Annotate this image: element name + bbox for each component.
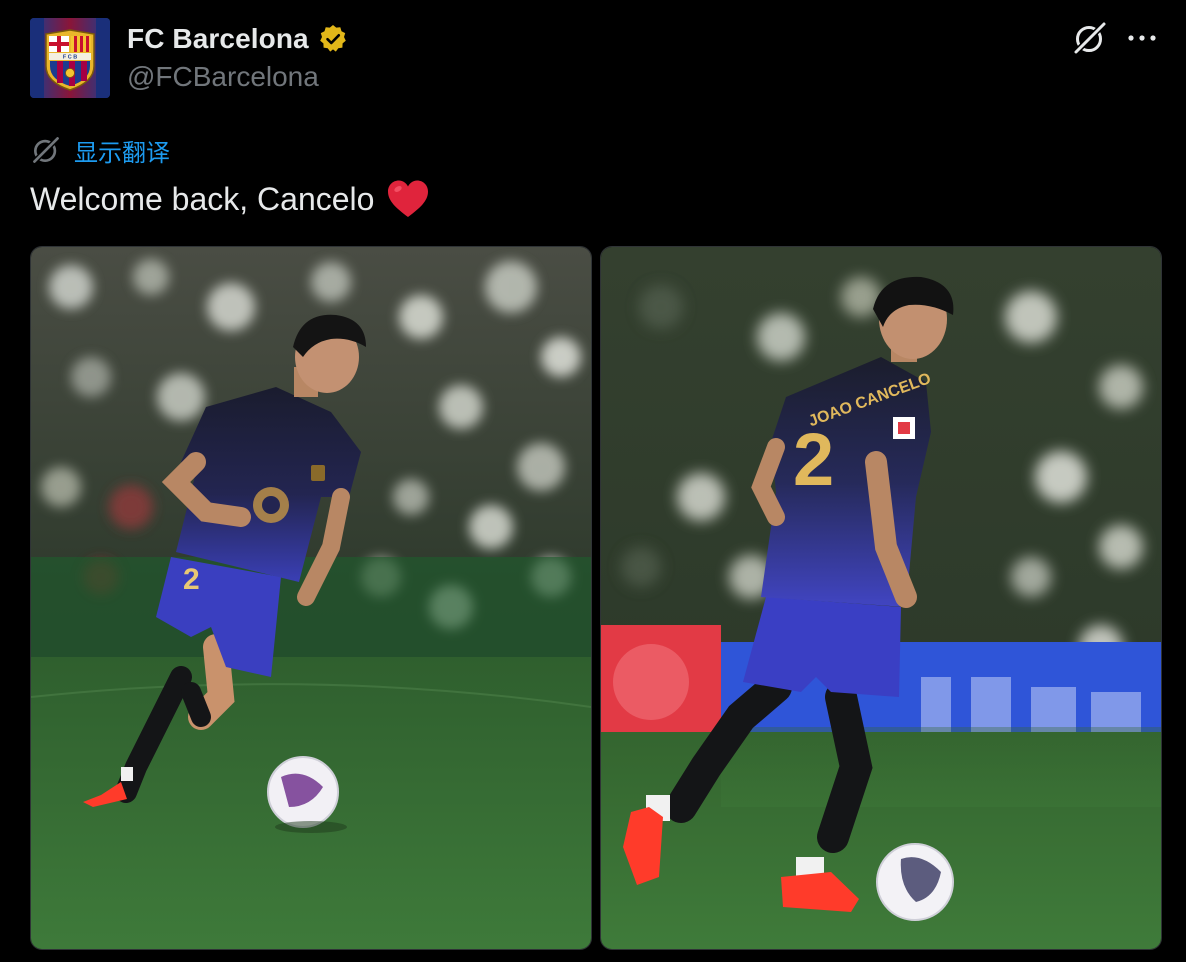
crest-text: F C B [63, 55, 77, 61]
photo-right[interactable]: 2 JOAO CANCELO [600, 246, 1162, 950]
avatar[interactable]: F C B [30, 18, 110, 98]
handle[interactable]: @FCBarcelona [127, 61, 319, 93]
photo-left[interactable]: 2 [30, 246, 592, 950]
show-translation-label[interactable]: 显示翻译 [74, 133, 170, 168]
red-heart-emoji-icon [386, 179, 430, 219]
grok-translate-icon [32, 136, 60, 164]
tweet-text: Welcome back, Cancelo [30, 176, 430, 222]
display-name[interactable]: FC Barcelona [127, 23, 309, 55]
shirt-number: 2 [793, 418, 834, 501]
show-translation-link[interactable]: 显示翻译 [30, 133, 170, 167]
grok-icon[interactable] [1070, 18, 1110, 58]
more-options-button[interactable] [1122, 22, 1162, 54]
player-dribbling-photo: 2 [31, 247, 591, 949]
tweet-text-content: Welcome back, Cancelo [30, 180, 375, 217]
player-back-view-photo: 2 JOAO CANCELO [601, 247, 1161, 949]
fc-barcelona-crest-icon: F C B [30, 18, 110, 98]
verified-badge-icon [317, 23, 349, 55]
author-name-row[interactable]: FC Barcelona [127, 20, 349, 58]
more-horizontal-icon [1128, 35, 1156, 41]
shorts-number: 2 [183, 563, 200, 596]
